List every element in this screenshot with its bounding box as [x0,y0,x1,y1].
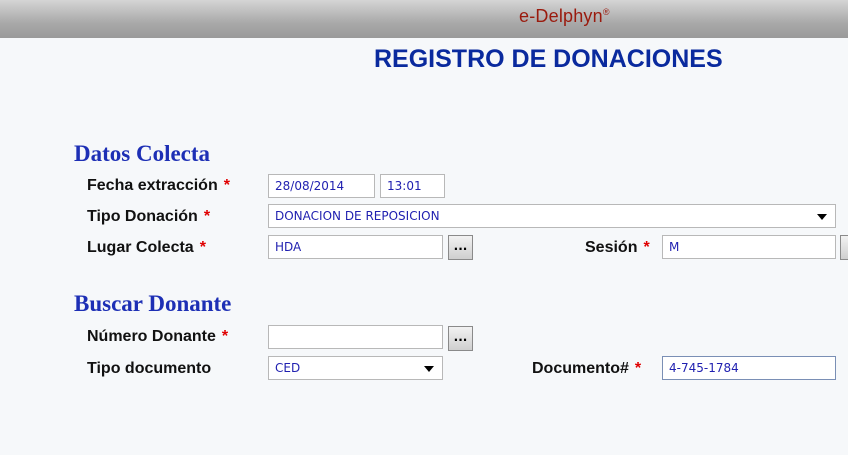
page-title: REGISTRO DE DONACIONES [374,45,723,73]
required-marker: * [199,239,206,256]
numero-donante-label: Número Donante * [87,328,228,346]
documento-label: Documento# * [532,360,641,378]
required-marker: * [221,328,229,345]
section-title-datos-colecta: Datos Colecta [74,141,211,166]
sesion-input[interactable]: M [662,235,836,259]
lugar-colecta-lookup-button[interactable]: ... [448,235,473,260]
top-bar: e-Delphyn® [0,0,848,38]
required-marker: * [634,360,642,377]
tipo-documento-select[interactable]: CED [268,356,443,380]
sesion-label: Sesión * [585,239,650,257]
required-marker: * [203,208,211,225]
numero-donante-lookup-button[interactable]: ... [448,326,473,351]
tipo-donacion-select[interactable]: DONACION DE REPOSICION [268,204,836,228]
tipo-donacion-label-text: Tipo Donación [87,208,198,225]
lugar-colecta-label-text: Lugar Colecta [87,239,194,256]
fecha-extraccion-label-text: Fecha extracción [87,177,218,194]
fecha-extraccion-input[interactable]: 28/08/2014 [268,174,375,198]
documento-label-text: Documento# [532,360,629,377]
tipo-documento-label: Tipo documento [87,360,212,377]
tipo-donacion-value: DONACION DE REPOSICION [275,209,440,223]
section-title-buscar-donante: Buscar Donante [74,291,232,316]
numero-donante-label-text: Número Donante [87,328,216,345]
fecha-extraccion-label: Fecha extracción * [87,177,230,195]
tipo-donacion-label: Tipo Donación * [87,208,210,226]
hora-extraccion-input[interactable]: 13:01 [380,174,445,198]
sesion-lookup-button[interactable] [840,235,848,260]
documento-input[interactable]: 4-745-1784 [662,356,836,380]
chevron-down-icon [817,214,827,220]
lugar-colecta-input[interactable]: HDA [268,235,443,259]
required-marker: * [643,239,650,256]
tipo-documento-value: CED [275,361,301,375]
registered-mark: ® [602,7,610,17]
sesion-label-text: Sesión [585,239,638,256]
numero-donante-input[interactable] [268,325,443,349]
chevron-down-icon [424,366,434,372]
lugar-colecta-label: Lugar Colecta * [87,239,206,257]
required-marker: * [223,177,230,194]
brand-logo: e-Delphyn® [519,6,610,27]
brand-name: e-Delphyn [519,6,603,26]
